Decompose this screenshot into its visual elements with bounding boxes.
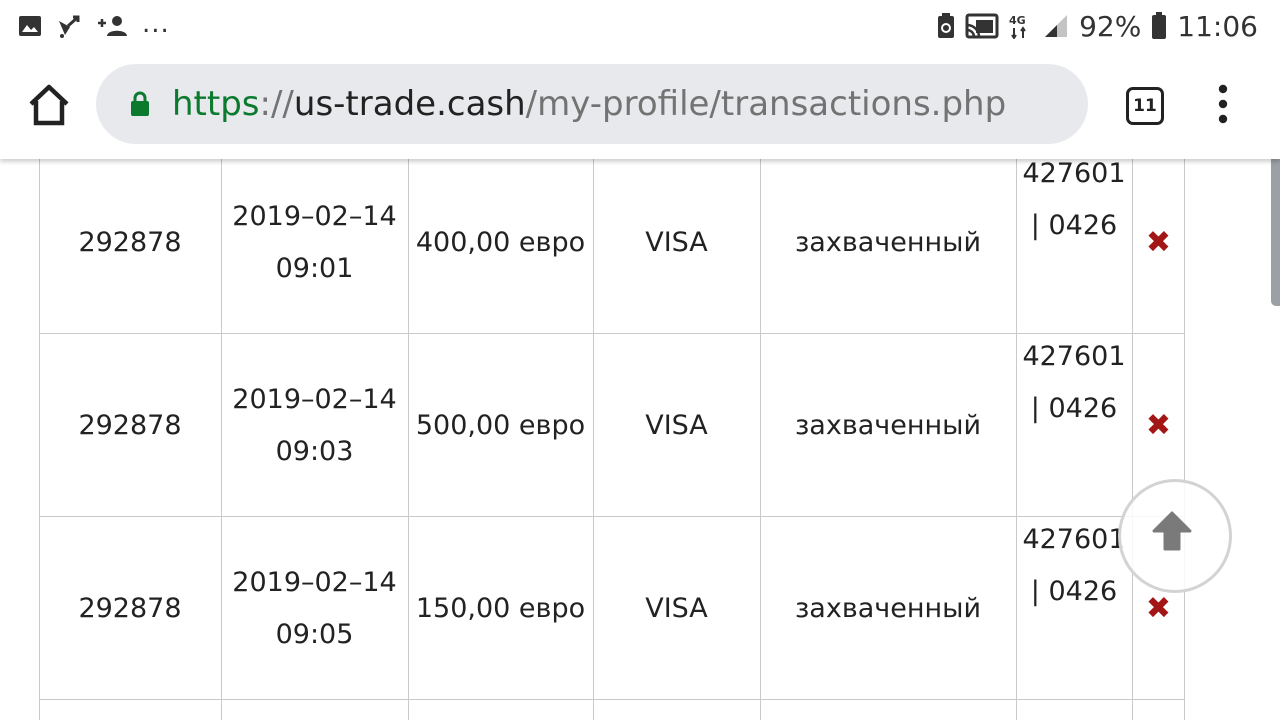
card-number: 427601 | 0426 (1016, 517, 1132, 700)
signal-icon (1045, 15, 1068, 37)
transaction-amount: 400,00 евро (415, 226, 586, 258)
card-bin: 427601 (1022, 159, 1126, 189)
status-bar-right: 4G 92% 11:06 (927, 10, 1258, 43)
transaction-datetime: 2019–02–14 09:05 (221, 517, 408, 700)
table-row: 292878 2019–02–14 09:05 150,00 евро VISA … (39, 517, 1185, 700)
close-icon: ✖ (1145, 407, 1172, 443)
url-separator: :// (259, 84, 294, 124)
card-last-digits: | 0426 (1030, 576, 1118, 607)
home-icon[interactable] (26, 82, 72, 128)
tab-switcher-button[interactable]: 11 (1126, 87, 1164, 125)
payment-method: VISA (645, 226, 708, 258)
card-last-digits: | 0426 (1030, 210, 1118, 241)
transaction-status: захваченный (794, 409, 982, 441)
add-person-icon (98, 16, 127, 36)
arrow-up-icon (1152, 511, 1192, 551)
transaction-id: 292878 (78, 592, 182, 624)
card-bin: 427601 (1022, 524, 1126, 555)
table-row: 292878 2019–02–14 09:03 500,00 евро VISA … (39, 334, 1185, 517)
close-icon: ✖ (1145, 590, 1172, 626)
transaction-time: 09:05 (275, 618, 354, 650)
overflow-menu-icon[interactable] (1214, 84, 1232, 124)
card-number: 427601 | 0426 (1016, 334, 1132, 517)
transaction-date: 2019–02–14 (232, 566, 397, 598)
transaction-id: 292878 (78, 409, 182, 441)
transaction-status: захваченный (794, 226, 982, 258)
transaction-date: 2019–02–14 (232, 200, 397, 232)
scroll-to-top-button[interactable] (1118, 479, 1232, 593)
transaction-time: 09:03 (275, 435, 354, 467)
table-row: 292878 2019–02–14 09:01 400,00 евро VISA … (39, 159, 1185, 334)
transaction-time: 09:01 (275, 252, 354, 284)
battery-saver-icon (938, 13, 955, 38)
clock: 11:06 (1177, 9, 1258, 43)
url-host: us-trade.cash (293, 84, 526, 124)
lock-icon (131, 91, 149, 116)
transaction-amount: 500,00 евро (415, 409, 586, 441)
svg-text:4G: 4G (1009, 14, 1026, 27)
cast-icon (965, 13, 999, 39)
payment-method: VISA (645, 409, 708, 441)
satellite-icon (59, 15, 80, 38)
network-4g-icon: 4G (1009, 14, 1026, 39)
transaction-datetime: 2019–02–14 09:03 (221, 334, 408, 517)
close-icon: ✖ (1145, 224, 1172, 260)
notification-overflow: ... (142, 9, 170, 39)
transaction-status: захваченный (794, 592, 982, 624)
payment-method: VISA (645, 592, 708, 624)
image-icon (19, 16, 41, 36)
address-bar[interactable]: https://us-trade.cash/my-profile/transac… (96, 64, 1088, 144)
url-text: https://us-trade.cash/my-profile/transac… (172, 64, 1006, 144)
battery-icon (1152, 12, 1167, 39)
transaction-date: 2019–02–14 (232, 383, 397, 415)
delete-button[interactable]: ✖ (1132, 159, 1185, 334)
url-path: /my-profile/transactions.php (525, 84, 1007, 124)
card-number: 427601 | 0426 (1016, 159, 1132, 334)
transaction-id: 292878 (78, 226, 182, 258)
card-bin: 427601 (1022, 341, 1126, 372)
page-content: 292878 2019–02–14 09:01 400,00 евро VISA … (0, 159, 1280, 720)
browser-toolbar: https://us-trade.cash/my-profile/transac… (0, 52, 1280, 159)
url-scheme: https (172, 84, 260, 124)
status-bar-left: ... (18, 9, 184, 39)
status-bar: ... 4G 92% 11:06 (0, 0, 1280, 52)
battery-percent: 92% (1079, 9, 1142, 43)
transaction-amount: 150,00 евро (415, 592, 586, 624)
card-last-digits: | 0426 (1030, 393, 1118, 424)
transaction-datetime: 2019–02–14 09:01 (221, 159, 408, 334)
